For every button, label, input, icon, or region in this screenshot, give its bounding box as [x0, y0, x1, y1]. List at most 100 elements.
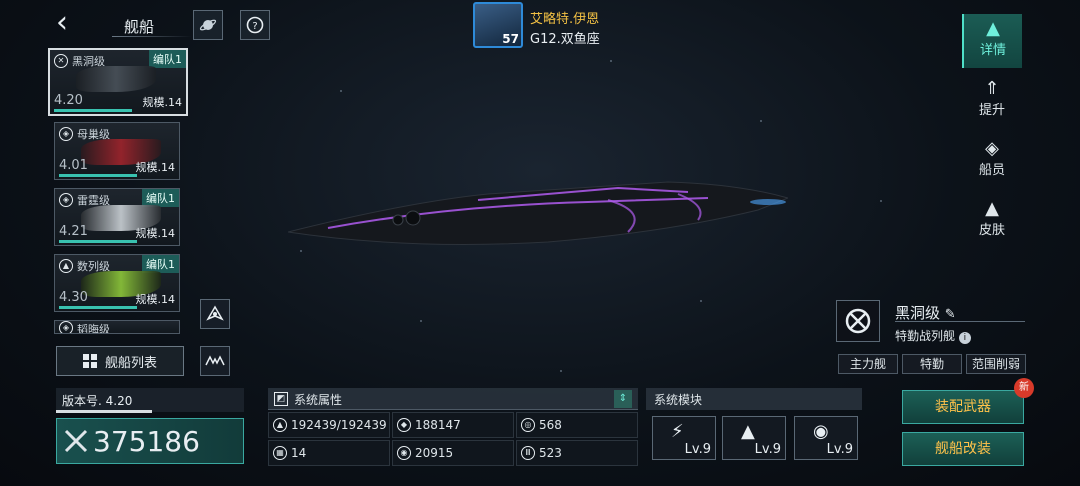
ship-version: 4.01 — [59, 158, 88, 173]
details-icon: ▲ — [986, 18, 1000, 39]
expand-toggle-icon[interactable]: ⇕ — [614, 390, 632, 408]
ship-class: 韬晦级 — [77, 323, 110, 334]
class-icon: ◈ — [59, 193, 73, 207]
armor-icon: ◆ — [397, 418, 411, 432]
ship-list-label: 舰船列表 — [104, 355, 157, 371]
tab-label: 皮肤 — [978, 223, 1005, 238]
attr-cell: ▦ 14 — [268, 440, 390, 466]
attr-value: 192439/192439 — [291, 418, 387, 432]
power-value: 375186 — [93, 424, 200, 458]
tab-label: 提升 — [978, 103, 1005, 118]
combat-power: 375186 — [56, 418, 244, 464]
modules-header: 系统模块 — [646, 388, 862, 410]
tab-crew[interactable]: ◈ 船员 — [962, 134, 1022, 188]
attr-value: 568 — [539, 418, 562, 432]
progress-bar — [59, 240, 137, 243]
ship-card[interactable]: ◈ 母巢级 4.01 规模.14 — [54, 122, 180, 180]
attributes-panel: 系统属性 ◩ ⇕ ▲ 192439/192439 ◆ 188147 ◎ 568 ▦ 14… — [268, 388, 638, 466]
signal-module-icon: ◉ — [813, 421, 829, 442]
skin-icon: ▲ — [985, 198, 999, 219]
shield-icon: ◎ — [521, 418, 535, 432]
attr-cell: ◎ 568 — [516, 412, 638, 438]
ship-scale: 规模.14 — [135, 227, 176, 240]
engine-module-icon: ▲ — [741, 421, 755, 442]
divider — [895, 321, 1025, 322]
tab-label: 船员 — [978, 163, 1005, 178]
info-icon[interactable]: i — [958, 332, 971, 344]
ship-card[interactable]: ◈ 韬晦级 — [54, 320, 180, 334]
progress-bar — [54, 109, 132, 112]
commander-name: 艾略特.伊恩 — [530, 12, 600, 27]
ship-version: 4.20 — [54, 93, 83, 108]
ship-version: 4.30 — [59, 290, 88, 305]
module-level: Lv.9 — [684, 442, 711, 457]
hull-icon: ▲ — [273, 418, 287, 432]
ship-card[interactable]: ✕ 黑洞级 编队1 4.20 规模.14 — [48, 48, 188, 116]
class-icon: ◈ — [59, 321, 73, 333]
ship-name: 黑洞级 ✎ — [895, 304, 956, 322]
module-slot[interactable]: ⚡ Lv.9 — [652, 416, 716, 460]
grid-icon — [82, 354, 97, 368]
ship-list-button[interactable]: 舰船列表 — [56, 346, 184, 376]
module-level: Lv.9 — [754, 442, 781, 457]
page-title: 舰船 — [124, 18, 155, 36]
fleet-icon — [206, 305, 224, 321]
module-level: Lv.9 — [826, 442, 853, 457]
modules-panel: 系统模块 ⚡ Lv.9 ▲ Lv.9 ◉ Lv.9 — [646, 388, 862, 466]
ship-scale: 规模.14 — [135, 293, 176, 306]
edit-icon[interactable]: ✎ — [945, 307, 956, 322]
tab-label: 详情 — [979, 43, 1006, 58]
question-icon: ? — [246, 16, 264, 34]
ship-thumbnail — [76, 66, 156, 92]
tab-skin[interactable]: ▲ 皮肤 — [962, 194, 1022, 248]
module-slot[interactable]: ◉ Lv.9 — [794, 416, 858, 460]
back-button[interactable]: ‹ — [56, 8, 84, 38]
fleet-button[interactable] — [200, 299, 230, 329]
formation-icon — [205, 355, 225, 366]
commander-location: G12.双鱼座 — [530, 32, 600, 47]
tab-details[interactable]: ▲ 详情 — [962, 14, 1022, 68]
planet-icon — [199, 19, 217, 31]
commander-level: 57 — [502, 32, 519, 46]
version-label: 版本号. 4.20 — [56, 388, 244, 412]
team-badge: 编队1 — [149, 50, 186, 68]
ship-card[interactable]: ◈ 雷霆级 编队1 4.21 规模.14 — [54, 188, 180, 246]
blackhole-class-icon — [845, 308, 871, 334]
crew-icon: ◈ — [985, 138, 999, 159]
tab-upgrade[interactable]: ⇑ 提升 — [962, 74, 1022, 128]
formation-button[interactable] — [200, 346, 230, 376]
planet-button[interactable] — [193, 10, 223, 40]
ship-card[interactable]: ▲ 数列级 编队1 4.30 规模.14 — [54, 254, 180, 312]
module-slot[interactable]: ▲ Lv.9 — [722, 416, 786, 460]
crossed-swords-icon — [64, 429, 88, 453]
commander-avatar[interactable]: 57 — [473, 2, 523, 48]
attributes-header: 系统属性 — [268, 388, 638, 410]
ship-scale: 规模.14 — [142, 96, 183, 109]
title-underline — [112, 36, 192, 37]
attr-value: 188147 — [415, 418, 461, 432]
help-button[interactable]: ? — [240, 10, 270, 40]
ship-tag: 特勤 — [902, 354, 962, 374]
attr-cell: ◉ 20915 — [392, 440, 514, 466]
upgrade-icon: ⇑ — [984, 78, 1000, 99]
ship-modify-button[interactable]: 舰船改装 — [902, 432, 1024, 466]
attr-cell: ◆ 188147 — [392, 412, 514, 438]
class-icon: ▲ — [59, 259, 73, 273]
ship-type: 特勤战列舰 i — [895, 327, 971, 344]
target-icon: ◉ — [397, 446, 411, 460]
ship-class-badge — [836, 300, 880, 342]
bars-icon: Ⅲ — [521, 446, 535, 460]
weapon-module-icon: ⚡ — [671, 421, 684, 442]
progress-bar — [59, 174, 137, 177]
attr-cell: ▲ 192439/192439 — [268, 412, 390, 438]
svg-text:?: ? — [252, 21, 257, 32]
class-icon: ◈ — [59, 127, 73, 141]
equip-weapons-button[interactable]: 装配武器 — [902, 390, 1024, 424]
attributes-title: 系统属性 — [294, 393, 343, 407]
ship-scale: 规模.14 — [135, 161, 176, 174]
ship-tag: 主力舰 — [838, 354, 898, 374]
attr-value: 14 — [291, 446, 307, 460]
ship-tag: 范围削弱 — [966, 354, 1026, 374]
attributes-corner-icon: ◩ — [274, 392, 288, 406]
ship-version: 4.21 — [59, 224, 88, 239]
